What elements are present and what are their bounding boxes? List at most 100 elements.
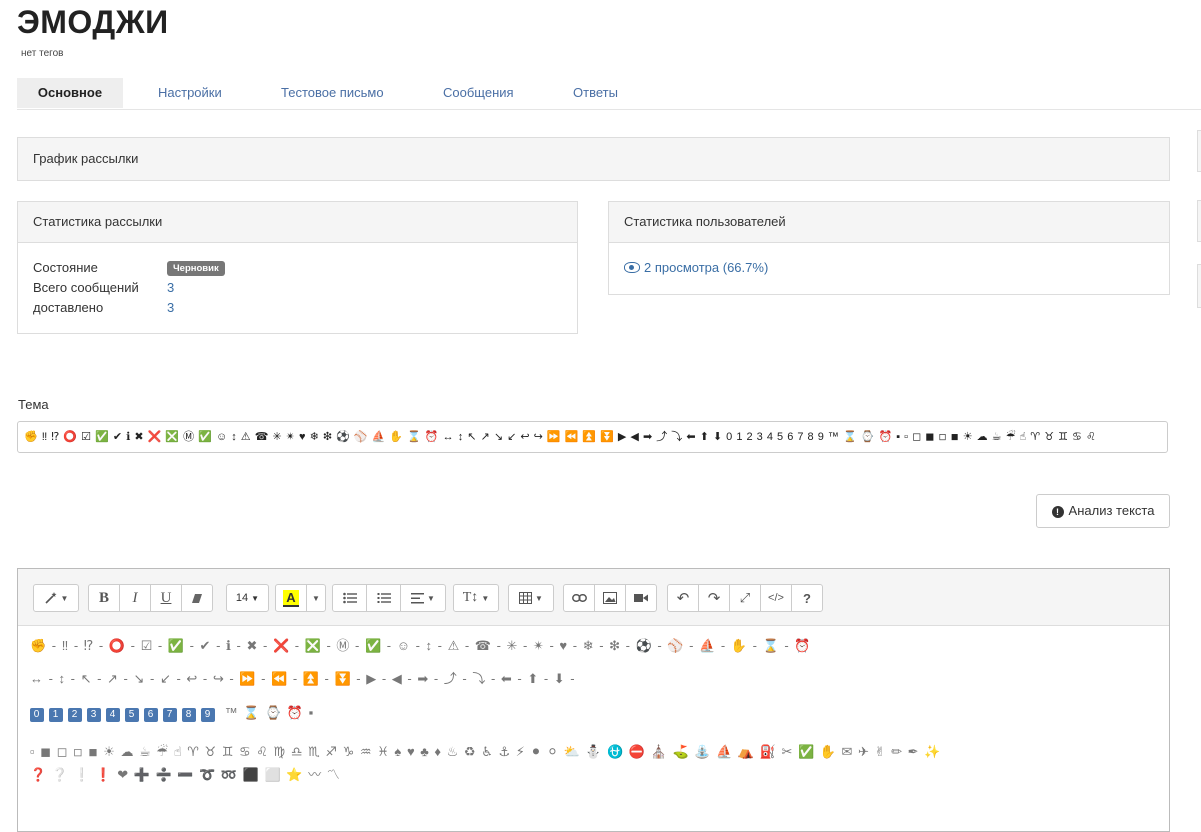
emoji-line-1: ✊ - ‼ - ⁉ - ⭕ - ☑ - ✅ - ✔ - ℹ - ✖ - ❌ - …: [30, 638, 812, 653]
total-label: Всего сообщений: [33, 280, 139, 295]
ordered-list-button[interactable]: [366, 584, 401, 612]
keycap-9: 9: [201, 708, 215, 722]
caret-down-icon: ▼: [60, 593, 69, 603]
image-icon: [603, 592, 617, 604]
tab-bar: Основное Настройки Тестовое письмо Сообщ…: [17, 78, 1201, 110]
delivered-value-link[interactable]: 3: [167, 298, 174, 318]
history-group: ↶ ↷ ⤢ </> ?: [667, 584, 823, 612]
caret-down-icon: ▼: [312, 593, 320, 603]
stat-row-total: Всего сообщений 3: [33, 278, 333, 298]
status-badge: Черновик: [167, 261, 225, 276]
align-dropdown-button[interactable]: ▼: [400, 584, 446, 612]
question-icon: ?: [803, 590, 811, 606]
schedule-panel-title[interactable]: График рассылки: [18, 138, 1169, 180]
caret-down-icon: ▼: [481, 593, 490, 603]
bold-button[interactable]: B: [88, 584, 120, 612]
views-text[interactable]: 2 просмотра (66.7%): [644, 260, 768, 275]
italic-icon: I: [132, 589, 138, 606]
subject-input[interactable]: ✊ ‼ ⁉ ⭕ ☑ ✅ ✔ ℹ ✖ ❌ ❎ Ⓜ ✅ ☺ ↕ ⚠ ☎ ✳ ✴ ♥ …: [17, 421, 1168, 453]
tags-label: нет тегов: [21, 48, 64, 59]
paragraph-group: ▼: [332, 584, 446, 612]
highlight-color-button[interactable]: A: [275, 584, 307, 612]
font-size-group: 14 ▼: [226, 584, 269, 612]
redo-button[interactable]: ↷: [698, 584, 730, 612]
keycap-4: 4: [106, 708, 120, 722]
tab-settings[interactable]: Настройки: [158, 78, 222, 108]
keycap-1: 1: [49, 708, 63, 722]
keycap-8: 8: [182, 708, 196, 722]
undo-button[interactable]: ↶: [667, 584, 699, 612]
numbered-list-icon: [377, 593, 391, 603]
exclamation-circle-icon: !: [1051, 506, 1064, 518]
emoji-line-5: ❓ ❔ ❕ ❗ ❤ ➕ ➗ ➖ ➰ ➿ ⬛ ⬜ ⭐ 〰 〽: [30, 767, 341, 782]
keycap-5: 5: [125, 708, 139, 722]
table-icon: [519, 592, 533, 604]
image-button[interactable]: [594, 584, 626, 612]
state-label: Состояние: [33, 260, 98, 275]
font-size-dropdown[interactable]: 14 ▼: [226, 584, 269, 612]
rich-text-editor: ▼ B I U 14 ▼ A ▼ ▼ T↕ ▼ ▼ ↶ ↷ ⤢ </> ? ✊ …: [17, 568, 1170, 832]
subject-label: Тема: [18, 397, 49, 412]
video-button[interactable]: [625, 584, 657, 612]
editor-toolbar: ▼ B I U 14 ▼ A ▼ ▼ T↕ ▼ ▼ ↶ ↷ ⤢ </> ?: [18, 569, 1169, 626]
tab-replies[interactable]: Ответы: [573, 78, 618, 108]
tab-test-email[interactable]: Тестовое письмо: [281, 78, 384, 108]
send-stats-panel: Статистика рассылки Состояние Черновик В…: [17, 201, 578, 334]
unordered-list-button[interactable]: [332, 584, 367, 612]
link-button[interactable]: [563, 584, 595, 612]
video-icon: [634, 594, 648, 602]
eraser-icon: [192, 593, 202, 603]
send-stats-title: Статистика рассылки: [18, 202, 577, 243]
text-height-icon: T↕: [462, 590, 479, 605]
color-group: A ▼: [275, 584, 326, 612]
emoji-line-2: ↔ - ↕ - ↖ - ↗ - ↘ - ↙ - ↩ - ↪ - ⏩ - ⏪ - …: [30, 671, 576, 686]
table-button[interactable]: ▼: [508, 584, 554, 612]
tab-messages[interactable]: Сообщения: [443, 78, 514, 108]
user-stats-title: Статистика пользователей: [609, 202, 1169, 243]
magic-wand-icon: [44, 592, 57, 604]
keycap-3: 3: [87, 708, 101, 722]
table-group: ▼: [508, 584, 554, 612]
analyze-text-button[interactable]: ! Анализ текста: [1036, 494, 1170, 528]
line-height-button[interactable]: T↕ ▼: [453, 584, 499, 612]
code-view-button[interactable]: </>: [760, 584, 792, 612]
schedule-panel[interactable]: График рассылки: [17, 137, 1170, 181]
emoji-line-3-tail: ™ ⌛ ⌚ ⏰ ▪: [224, 705, 315, 720]
format-group: B I U: [88, 584, 213, 612]
undo-icon: ↶: [676, 590, 690, 607]
underline-icon: U: [160, 589, 172, 606]
bold-icon: B: [98, 589, 109, 606]
color-dropdown-button[interactable]: ▼: [306, 584, 326, 612]
style-group: ▼: [33, 584, 79, 612]
eraser-button[interactable]: [181, 584, 213, 612]
tab-main[interactable]: Основное: [17, 78, 123, 108]
link-icon: [571, 594, 587, 602]
keycap-2: 2: [68, 708, 82, 722]
stat-row-delivered: доставлено 3: [33, 298, 333, 318]
analyze-text-label: Анализ текста: [1068, 503, 1155, 518]
expand-icon: ⤢: [739, 590, 751, 605]
help-button[interactable]: ?: [791, 584, 823, 612]
italic-button[interactable]: I: [119, 584, 151, 612]
redo-icon: ↷: [707, 590, 721, 607]
eye-icon: [624, 262, 640, 273]
delivered-label: доставлено: [33, 300, 104, 315]
font-size-value: 14: [235, 592, 249, 604]
page-title: ЭМОДЖИ: [17, 4, 169, 40]
caret-down-icon: ▼: [427, 593, 435, 603]
total-value-link[interactable]: 3: [167, 278, 174, 298]
fullscreen-button[interactable]: ⤢: [729, 584, 761, 612]
magic-wand-button[interactable]: ▼: [33, 584, 79, 612]
keycap-7: 7: [163, 708, 177, 722]
emoji-line-3: 0123456789 ™ ⌛ ⌚ ⏰ ▪: [30, 705, 314, 722]
underline-button[interactable]: U: [150, 584, 182, 612]
side-panel-edge: [1197, 130, 1201, 172]
highlight-a-icon: A: [283, 589, 299, 607]
stat-row-state: Состояние Черновик: [33, 258, 333, 278]
views-link[interactable]: 2 просмотра (66.7%): [624, 260, 768, 275]
code-icon: </>: [768, 592, 784, 604]
send-stats-body: Состояние Черновик Всего сообщений 3 дос…: [33, 258, 333, 318]
emoji-line-4: ▫ ◼ ◻ ◽ ◾ ☀ ☁ ☕ ☔ ☝ ♈ ♉ ♊ ♋ ♌ ♍ ♎ ♏ ♐ ♑ …: [30, 744, 942, 759]
caret-down-icon: ▼: [251, 593, 260, 603]
bullet-list-icon: [342, 592, 357, 604]
